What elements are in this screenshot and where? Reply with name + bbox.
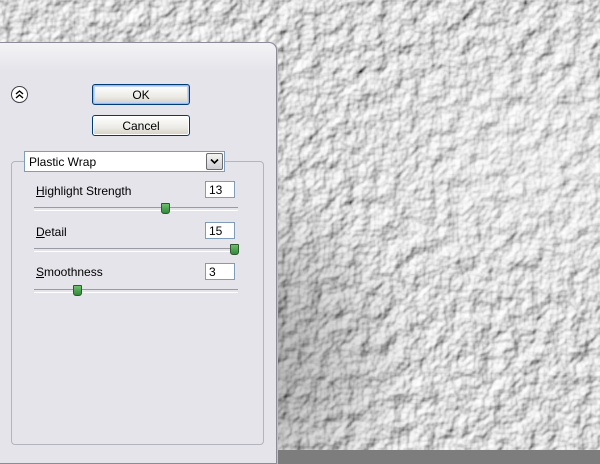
detail-field[interactable]: 15: [205, 222, 235, 239]
highlight-strength-field[interactable]: 13: [205, 181, 235, 198]
dialog-header: [0, 43, 276, 71]
detail-slider[interactable]: [34, 244, 239, 255]
smoothness-thumb[interactable]: [73, 285, 83, 296]
double-chevron-up-icon[interactable]: [11, 86, 28, 103]
smoothness-label: Smoothness: [36, 265, 103, 279]
filter-select[interactable]: Plastic Wrap: [24, 151, 225, 172]
detail-label: Detail: [36, 225, 67, 239]
ok-button[interactable]: OK: [92, 84, 190, 105]
cancel-button[interactable]: Cancel: [92, 115, 190, 136]
highlight-strength-label: Highlight Strength: [36, 184, 132, 198]
filter-dialog: OK Cancel Plastic Wrap Highlight Strengt…: [0, 42, 277, 464]
filter-settings-group: [11, 161, 264, 445]
detail-thumb[interactable]: [230, 244, 239, 255]
highlight-strength-slider[interactable]: [34, 203, 238, 214]
highlight-strength-thumb[interactable]: [161, 203, 171, 214]
smoothness-slider[interactable]: [34, 285, 238, 296]
smoothness-field[interactable]: 3: [205, 263, 235, 280]
chevron-down-icon[interactable]: [206, 153, 223, 170]
filter-select-value: Plastic Wrap: [29, 155, 97, 169]
